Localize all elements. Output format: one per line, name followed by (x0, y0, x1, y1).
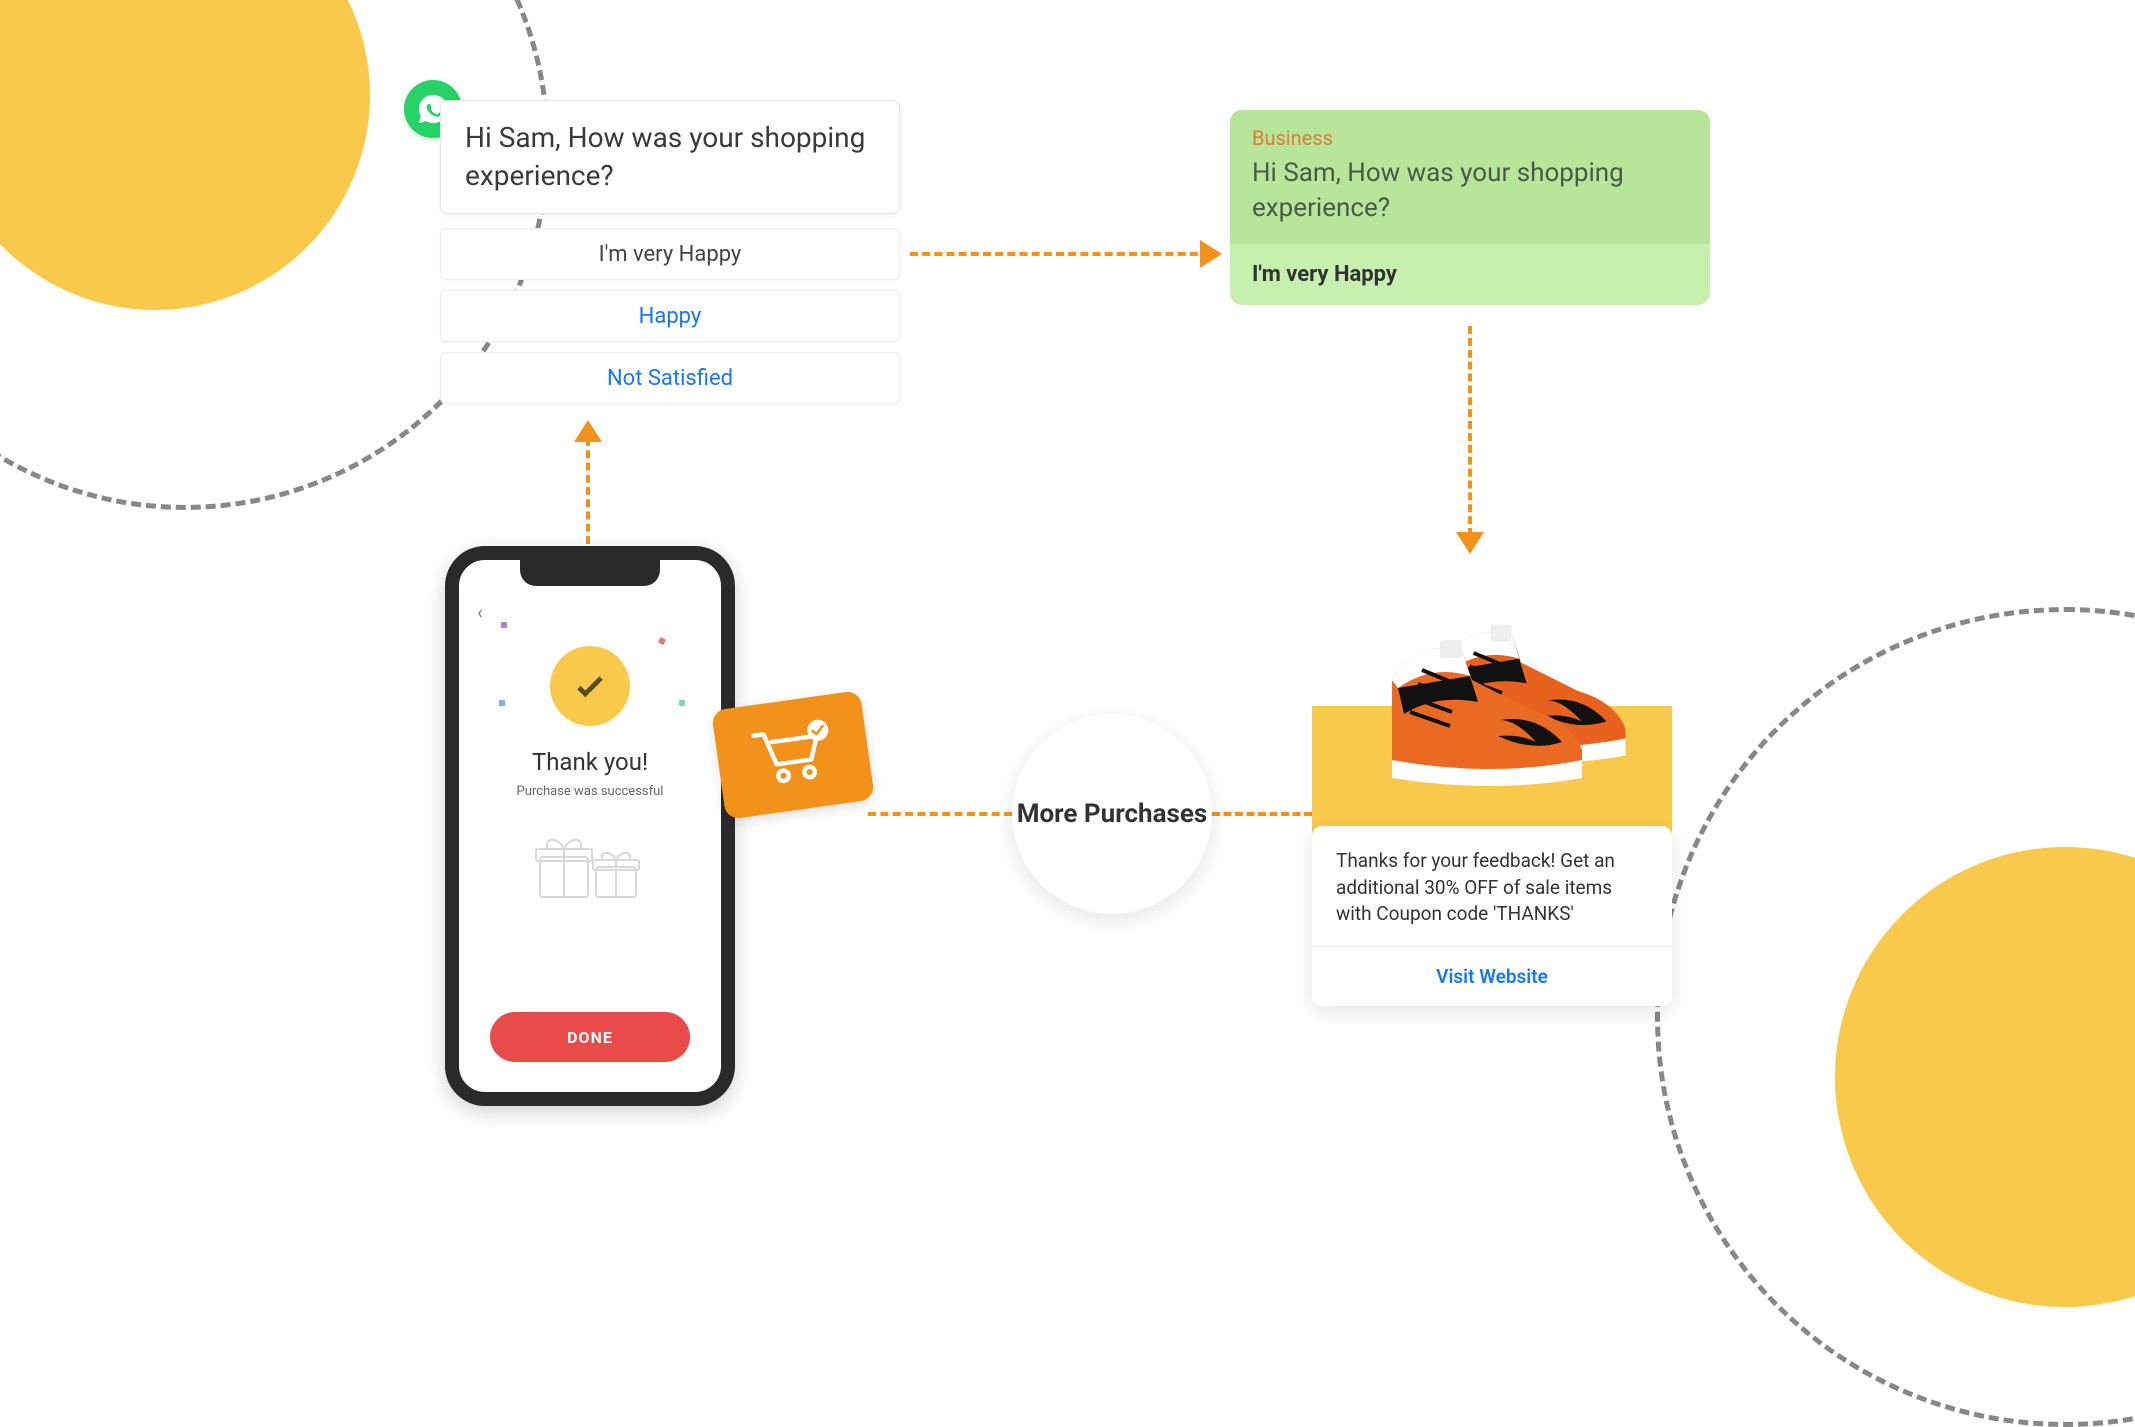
phone-mockup: ‹ Thank you! Purchase was successful (445, 546, 735, 1106)
option-label: Not Satisfied (607, 366, 733, 391)
response-sender: Business (1252, 126, 1688, 150)
shoe-image (1332, 566, 1692, 806)
confetti-dot (499, 700, 505, 706)
confetti-dot (501, 622, 507, 628)
product-card: Thanks for your feedback! Get an additio… (1312, 826, 1672, 1006)
response-answer: I'm very Happy (1230, 244, 1710, 305)
option-not-satisfied[interactable]: Not Satisfied (440, 352, 900, 404)
connector-line (1212, 812, 1312, 816)
more-purchases-label: More Purchases (1017, 798, 1208, 831)
response-question: Hi Sam, How was your shopping experience… (1252, 156, 1688, 226)
visit-website-link[interactable]: Visit Website (1312, 946, 1672, 1006)
visit-website-label: Visit Website (1436, 965, 1548, 988)
phone-subtitle: Purchase was successful (517, 784, 664, 799)
gift-boxes-icon (530, 823, 650, 907)
cart-card (711, 690, 875, 820)
arrowhead-up-icon (574, 420, 602, 442)
product-message: Thanks for your feedback! Get an additio… (1312, 826, 1672, 946)
back-icon[interactable]: ‹ (477, 600, 483, 624)
connector-line (910, 252, 1210, 256)
response-card: Business Hi Sam, How was your shopping e… (1230, 110, 1710, 305)
option-label: Happy (639, 304, 702, 329)
option-label: I'm very Happy (599, 242, 742, 267)
success-check-icon (550, 646, 630, 726)
option-very-happy[interactable]: I'm very Happy (440, 228, 900, 280)
phone-title: Thank you! (532, 748, 648, 776)
question-bubble: Hi Sam, How was your shopping experience… (440, 100, 900, 214)
connector-line (586, 438, 590, 544)
done-button-label: DONE (567, 1028, 613, 1047)
done-button[interactable]: DONE (490, 1012, 690, 1062)
arrowhead-down-icon (1456, 532, 1484, 554)
connector-line (1468, 326, 1472, 536)
shopping-cart-icon (744, 714, 843, 796)
phone-notch (520, 560, 660, 586)
response-card-quoted: Business Hi Sam, How was your shopping e… (1230, 110, 1710, 244)
more-purchases-circle: More Purchases (1012, 714, 1212, 914)
connector-line (868, 812, 1012, 816)
question-text: Hi Sam, How was your shopping experience… (465, 121, 865, 192)
confetti-dot (679, 700, 685, 706)
option-happy[interactable]: Happy (440, 290, 900, 342)
arrowhead-right-icon (1200, 240, 1222, 268)
